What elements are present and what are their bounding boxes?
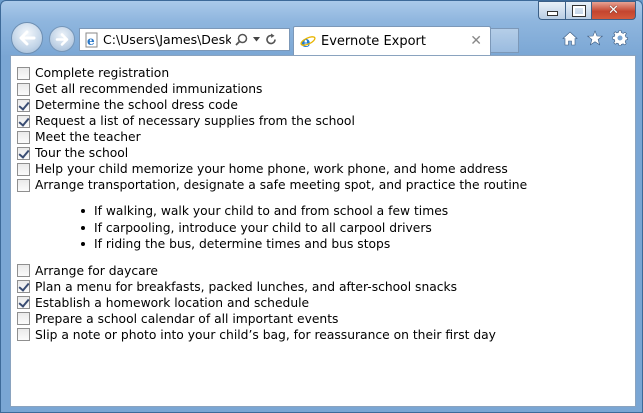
favorites-star-icon[interactable]: [587, 30, 603, 46]
bullet-item: If walking, walk your child to and from …: [81, 203, 527, 220]
maximize-button[interactable]: [565, 1, 591, 20]
arrow-right-icon: [55, 32, 69, 46]
address-bar[interactable]: e C:\Users\James\Deskt: [79, 28, 290, 51]
checklist-item: Get all recommended immunizations: [17, 81, 527, 97]
forward-button[interactable]: [49, 26, 75, 52]
bullet-item-text: If carpooling, introduce your child to a…: [94, 220, 432, 235]
home-icon[interactable]: [562, 31, 578, 46]
checklist-item: Arrange for daycare: [17, 263, 527, 279]
checklist-item-label: Tour the school: [35, 146, 129, 160]
checklist-item-label: Establish a homework location and schedu…: [35, 295, 310, 310]
browser-toolbar: [562, 30, 628, 46]
window-controls: ✕: [538, 1, 636, 20]
checkbox-checked[interactable]: [17, 280, 30, 293]
checklist-item-label: Arrange transportation, designate a safe…: [35, 178, 528, 192]
settings-gear-icon[interactable]: [612, 30, 628, 46]
checkbox-checked[interactable]: [17, 114, 30, 128]
checkbox[interactable]: [17, 328, 30, 341]
checklist-item: Request a list of necessary supplies fro…: [17, 113, 527, 129]
checkbox[interactable]: [17, 264, 30, 277]
checklist-item: Help your child memorize your home phone…: [17, 161, 527, 177]
minimize-button[interactable]: [538, 1, 565, 20]
checklist-item: Determine the school dress code: [17, 97, 527, 113]
checklist-item-label: Help your child memorize your home phone…: [35, 162, 508, 176]
new-tab-button[interactable]: [491, 28, 519, 53]
checkbox[interactable]: [17, 178, 30, 192]
browser-window: ✕ e C:\Users\James\Deskt e Evernote Expo…: [0, 0, 643, 413]
checklist-item-label: Plan a menu for breakfasts, packed lunch…: [35, 279, 458, 294]
checklist-item: Plan a menu for breakfasts, packed lunch…: [17, 279, 527, 295]
maximize-icon: [571, 4, 586, 17]
bullet-dot-icon: [81, 209, 85, 214]
checklist-item: Complete registration: [17, 65, 527, 81]
close-icon: ✕: [608, 3, 619, 18]
address-text[interactable]: C:\Users\James\Deskt: [103, 32, 231, 47]
bullet-dot-icon: [81, 242, 85, 247]
bullet-dot-icon: [81, 225, 85, 230]
checklist-item-label: Slip a note or photo into your child’s b…: [35, 327, 496, 342]
checklist-item-label: Determine the school dress code: [35, 98, 238, 112]
ie-logo-icon: e: [300, 33, 316, 49]
arrow-left-icon: [19, 30, 36, 46]
checkbox[interactable]: [17, 82, 30, 96]
checklist-item: Tour the school: [17, 145, 527, 161]
checkbox-checked[interactable]: [17, 146, 30, 160]
refresh-icon[interactable]: [265, 33, 277, 46]
back-button[interactable]: [11, 22, 43, 54]
checklist-item-label: Complete registration: [35, 66, 170, 80]
tab-evernote-export[interactable]: e Evernote Export ✕: [293, 26, 491, 55]
ie-page-icon: e: [85, 32, 98, 48]
checklist: Complete registration Get all recommended…: [17, 65, 527, 343]
bullet-item: If riding the bus, determine times and b…: [81, 236, 527, 253]
svg-text:e: e: [87, 34, 95, 48]
checklist-item-label: Request a list of necessary supplies fro…: [35, 114, 355, 128]
checkbox[interactable]: [17, 312, 30, 325]
tab-title: Evernote Export: [321, 33, 426, 49]
minimize-icon: [546, 11, 558, 16]
bullet-item: If carpooling, introduce your child to a…: [81, 220, 527, 237]
bullet-item-text: If riding the bus, determine times and b…: [94, 237, 391, 252]
search-icon[interactable]: [235, 33, 248, 46]
close-window-button[interactable]: ✕: [591, 1, 636, 20]
checklist-item: Establish a homework location and schedu…: [17, 295, 527, 311]
checkbox-checked[interactable]: [17, 296, 30, 309]
checkbox[interactable]: [17, 130, 30, 144]
checkbox[interactable]: [17, 162, 30, 176]
checklist-item-label: Arrange for daycare: [35, 263, 158, 278]
checklist-item: Prepare a school calendar of all importa…: [17, 311, 527, 327]
page-content: Complete registration Get all recommended…: [10, 55, 636, 407]
bullet-item-text: If walking, walk your child to and from …: [94, 204, 449, 219]
checkbox[interactable]: [17, 66, 30, 80]
checklist-item-label: Get all recommended immunizations: [35, 82, 263, 96]
tab-close-icon[interactable]: ✕: [470, 33, 482, 49]
checkbox-checked[interactable]: [17, 98, 30, 112]
checklist-item: Slip a note or photo into your child’s b…: [17, 327, 527, 343]
checklist-item-label: Meet the teacher: [35, 130, 141, 144]
checklist-item: Meet the teacher: [17, 129, 527, 145]
bullet-list: If walking, walk your child to and from …: [81, 203, 527, 253]
dropdown-arrow-icon[interactable]: [253, 37, 260, 42]
checklist-item: Arrange transportation, designate a safe…: [17, 177, 527, 193]
checklist-item-label: Prepare a school calendar of all importa…: [35, 311, 339, 326]
